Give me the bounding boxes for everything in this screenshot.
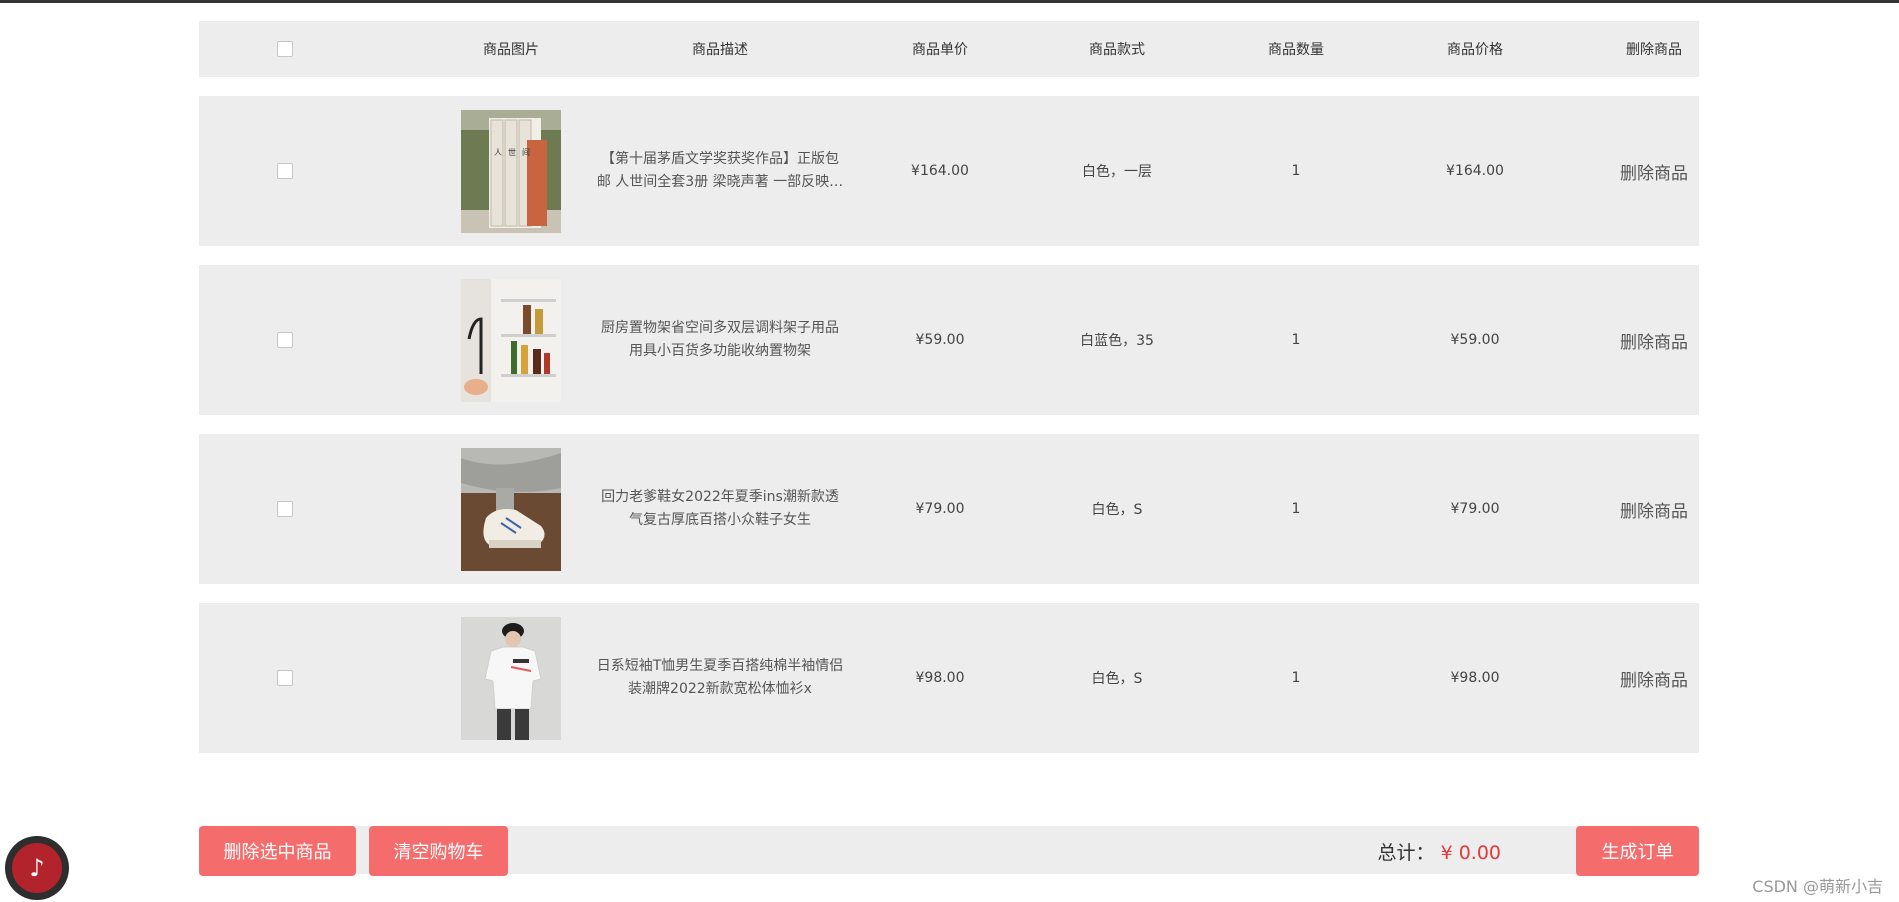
item-checkbox[interactable] bbox=[277, 501, 293, 517]
delete-item-button[interactable]: 删除商品 bbox=[1620, 671, 1688, 691]
item-description: 厨房置物架省空间多双层调料架子用品用具小百货多功能收纳置物架 bbox=[601, 320, 839, 359]
music-player-widget[interactable]: ♪ bbox=[5, 836, 69, 900]
sneaker-image bbox=[461, 447, 561, 571]
item-checkbox[interactable] bbox=[277, 332, 293, 348]
cart-item: 回力老爹鞋女2022年夏季ins潮新款透气复古厚底百搭小众鞋子女生 ¥79.00… bbox=[199, 434, 1699, 584]
item-quantity: 1 bbox=[1291, 670, 1301, 686]
svg-text:世: 世 bbox=[508, 147, 516, 157]
item-unit-price: ¥59.00 bbox=[915, 332, 965, 348]
delete-item-button[interactable]: 删除商品 bbox=[1620, 164, 1688, 184]
total-label: 总计： bbox=[1377, 842, 1435, 864]
svg-text:人: 人 bbox=[494, 148, 502, 157]
item-checkbox[interactable] bbox=[277, 163, 293, 179]
item-style: 白色，S bbox=[1091, 671, 1143, 687]
header-delete: 删除商品 bbox=[1626, 42, 1682, 58]
item-price: ¥164.00 bbox=[1446, 163, 1504, 179]
delete-item-button[interactable]: 删除商品 bbox=[1620, 333, 1688, 353]
top-border bbox=[0, 0, 1899, 3]
cart-table: 商品图片 商品描述 商品单价 商品款式 商品数量 商品价格 删除商品 人 世 间… bbox=[199, 21, 1699, 772]
cart-item: 日系短袖T恤男生夏季百搭纯棉半袖情侣装潮牌2022新款宽松体恤衫x ¥98.00… bbox=[199, 603, 1699, 753]
item-description: 日系短袖T恤男生夏季百搭纯棉半袖情侣装潮牌2022新款宽松体恤衫x bbox=[596, 658, 844, 697]
item-quantity: 1 bbox=[1291, 501, 1301, 517]
item-quantity: 1 bbox=[1291, 332, 1301, 348]
book-set-image: 人 世 间 bbox=[461, 109, 561, 233]
item-style: 白色，S bbox=[1091, 502, 1143, 518]
header-price: 商品价格 bbox=[1447, 42, 1503, 58]
total-value: ¥ 0.00 bbox=[1440, 842, 1501, 864]
header-style: 商品款式 bbox=[1089, 42, 1145, 58]
header-unit-price: 商品单价 bbox=[912, 42, 968, 58]
item-description: 【第十届茅盾文学奖获奖作品】正版包邮 人世间全套3册 梁晓声著 一部反映中国社会… bbox=[596, 151, 844, 190]
item-unit-price: ¥98.00 bbox=[915, 670, 965, 686]
header-description: 商品描述 bbox=[692, 42, 748, 58]
total-summary: 总计： ¥ 0.00 bbox=[1378, 838, 1502, 865]
header-image: 商品图片 bbox=[483, 42, 539, 58]
item-quantity: 1 bbox=[1291, 163, 1301, 179]
item-price: ¥79.00 bbox=[1450, 501, 1500, 517]
item-unit-price: ¥79.00 bbox=[915, 501, 965, 517]
select-all-checkbox[interactable] bbox=[277, 41, 293, 57]
item-price: ¥59.00 bbox=[1450, 332, 1500, 348]
kitchen-rack-image bbox=[461, 278, 561, 402]
item-checkbox[interactable] bbox=[277, 670, 293, 686]
cart-items: 人 世 间 【第十届茅盾文学奖获奖作品】正版包邮 人世间全套3册 梁晓声著 一部… bbox=[199, 96, 1699, 753]
item-style: 白蓝色，35 bbox=[1080, 333, 1154, 349]
music-note-icon: ♪ bbox=[12, 843, 62, 893]
tshirt-image bbox=[461, 616, 561, 740]
delete-selected-button[interactable]: 删除选中商品 bbox=[199, 826, 356, 876]
cart-item: 厨房置物架省空间多双层调料架子用品用具小百货多功能收纳置物架 ¥59.00 白蓝… bbox=[199, 265, 1699, 415]
item-description: 回力老爹鞋女2022年夏季ins潮新款透气复古厚底百搭小众鞋子女生 bbox=[601, 489, 839, 528]
cart-header: 商品图片 商品描述 商品单价 商品款式 商品数量 商品价格 删除商品 bbox=[199, 21, 1699, 77]
cart-item: 人 世 间 【第十届茅盾文学奖获奖作品】正版包邮 人世间全套3册 梁晓声著 一部… bbox=[199, 96, 1699, 246]
watermark: CSDN @萌新小吉 bbox=[1752, 877, 1883, 896]
item-style: 白色，一层 bbox=[1082, 164, 1152, 180]
clear-cart-button[interactable]: 清空购物车 bbox=[369, 826, 508, 876]
item-unit-price: ¥164.00 bbox=[911, 163, 969, 179]
checkout-button[interactable]: 生成订单 bbox=[1576, 826, 1699, 876]
header-quantity: 商品数量 bbox=[1268, 42, 1324, 58]
item-price: ¥98.00 bbox=[1450, 670, 1500, 686]
cart-footer: 删除选中商品 清空购物车 总计： ¥ 0.00 生成订单 bbox=[199, 826, 1699, 876]
select-all-cell bbox=[199, 41, 371, 57]
delete-item-button[interactable]: 删除商品 bbox=[1620, 502, 1688, 522]
svg-text:间: 间 bbox=[522, 148, 530, 157]
